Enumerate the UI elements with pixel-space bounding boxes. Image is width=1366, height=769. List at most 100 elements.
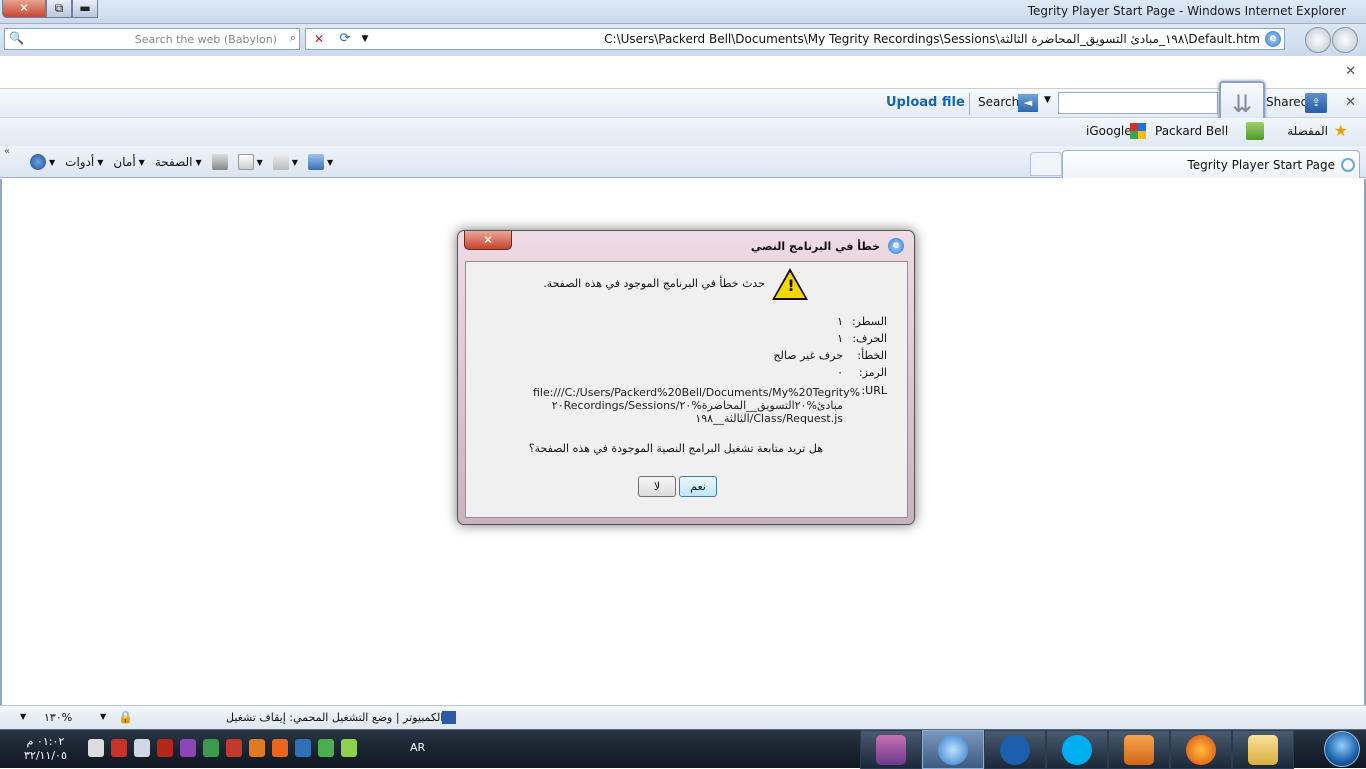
yes-button[interactable]: نعم [679, 476, 717, 497]
internet-explorer-icon [938, 734, 968, 765]
flash-icon[interactable] [157, 739, 173, 757]
tray-app-icon[interactable] [318, 739, 334, 757]
shared-icon[interactable]: ⇪ [1305, 93, 1327, 113]
tray-app-icon[interactable] [272, 739, 288, 757]
security-dropdown-icon[interactable]: ▼ [100, 712, 106, 721]
tab-tegrity[interactable]: Tegrity Player Start Page [1062, 150, 1360, 178]
new-tab-button[interactable] [1030, 152, 1062, 176]
field-url-value: file:///C:/Users/Packerd%20Bell/Document… [533, 386, 861, 425]
taskbar-skype[interactable] [1046, 730, 1108, 769]
zoom-level[interactable]: ١٣٠% [44, 711, 72, 724]
stop-icon[interactable]: ✕ [308, 31, 330, 47]
addon-toolbar: Upload file Search ◄ ▼ Shared ⇪ ✕ [0, 89, 1366, 118]
maximize-window-button[interactable]: ⧉ [46, 0, 72, 18]
network-icon[interactable] [134, 739, 150, 757]
taskbar-media-player[interactable] [1108, 730, 1170, 769]
tray-app-icon[interactable] [295, 739, 311, 757]
field-error-label: الخطأ: [857, 349, 887, 362]
tray-app-icon[interactable] [226, 739, 242, 757]
forward-button[interactable] [1305, 27, 1331, 53]
packard-bell-icon [1246, 122, 1264, 140]
refresh-icon[interactable]: ⟳ [334, 31, 356, 47]
media-player-icon [1124, 734, 1154, 765]
feeds-button[interactable]: ▼ [272, 154, 298, 170]
help-button[interactable]: ▼ [30, 154, 55, 170]
status-bar: ▼ ١٣٠% ▼ 🔒 الكمبيوتر | وضع التشغيل المحم… [0, 705, 1366, 729]
tab-row: « ▼ أدوات ▼ أمان ▼ الصفحة ▼ ▼ ▼ ▼ Tegrity P… [0, 146, 1366, 178]
tools-menu[interactable]: أدوات ▼ [65, 155, 103, 169]
field-char-label: الحرف: [852, 332, 887, 345]
dialog-body: ! حدث خطأ في البرنامج الموجود في هذه الص… [465, 261, 908, 518]
tray-app-icon[interactable] [180, 739, 196, 757]
print-icon [211, 154, 228, 170]
info-bar: ✕ [0, 56, 1366, 89]
toolbar-search-input[interactable] [1058, 92, 1218, 114]
volume-icon[interactable] [88, 739, 104, 757]
url-line: ٢٠Recordings/Sessions/مبادئ%٢٠التسويق__ا… [551, 399, 843, 412]
close-window-button[interactable]: ✕ [2, 0, 46, 18]
shared-label[interactable]: Shared [1266, 95, 1308, 109]
tools-label: أدوات [65, 155, 95, 169]
winrar-icon [876, 734, 906, 765]
command-bar: ▼ أدوات ▼ أمان ▼ الصفحة ▼ ▼ ▼ ▼ [30, 150, 333, 174]
window-controls: ✕ ⧉ ▬ [2, 0, 98, 18]
address-row: 🔍 Search the web (Babylon) ⌕ ✕ ⟳ ▼ C:\Us… [0, 24, 1366, 56]
babylon-search-input[interactable]: 🔍 Search the web (Babylon) ⌕ [4, 28, 300, 50]
favorites-button[interactable]: المفضلة [1287, 124, 1328, 138]
taskbar: ٠١:٠٢ م ٣٢/١١/٠٥ AR [0, 729, 1366, 769]
taskbar-firefox[interactable] [1170, 730, 1232, 769]
search-dropdown-icon[interactable]: ▼ [1044, 95, 1051, 105]
close-bar-icon[interactable]: ✕ [1345, 64, 1356, 79]
taskbar-apps [860, 730, 1294, 769]
window-titlebar: ✕ ⧉ ▬ Tegrity Player Start Page - Window… [0, 0, 1366, 24]
tab-label: Tegrity Player Start Page [1187, 158, 1335, 172]
mail-button[interactable]: ▼ [237, 154, 263, 170]
warning-exclamation: ! [787, 276, 795, 295]
field-code-value: ٠ [837, 366, 843, 379]
taskbar-winrar[interactable] [860, 730, 922, 769]
status-zone-text: الكمبيوتر | وضع التشغيل المحمي: إيقاف تش… [226, 711, 444, 724]
language-indicator[interactable]: AR [410, 741, 425, 754]
search-go-icon[interactable]: ⌕ [290, 31, 296, 45]
favorite-igoogle[interactable]: iGoogle [1086, 124, 1132, 138]
upload-file-button[interactable]: Upload file [882, 93, 970, 115]
tray-app-icon[interactable] [341, 739, 357, 757]
taskbar-explorer[interactable] [1232, 730, 1294, 769]
close-toolbar-icon[interactable]: ✕ [1345, 95, 1356, 110]
help-icon [30, 154, 46, 170]
search-arrow-icon[interactable]: ◄ [1018, 94, 1038, 112]
address-dropdown-icon[interactable]: ▼ [358, 31, 372, 47]
favorites-bar: iGoogle Packard Bell المفضلة ★ [0, 118, 1366, 146]
minimize-window-button[interactable]: ▬ [72, 0, 98, 18]
tegrity-icon [1000, 734, 1030, 765]
system-tray [88, 739, 357, 757]
home-icon [307, 154, 324, 170]
computer-zone-icon [442, 711, 456, 724]
taskbar-internet-explorer[interactable] [922, 730, 984, 769]
security-icon[interactable]: 🔒 [118, 710, 133, 724]
loading-icon [1341, 158, 1355, 172]
tray-app-icon[interactable] [203, 739, 219, 757]
home-button[interactable]: ▼ [307, 154, 333, 170]
mail-icon [237, 154, 254, 170]
clock-time: ٠١:٠٢ م [26, 735, 65, 748]
ie-page-icon: e [1265, 31, 1281, 47]
chevron-icon[interactable]: « [4, 146, 10, 157]
address-bar[interactable]: ✕ ⟳ ▼ C:\Users\Packerd Bell\Documents\My… [305, 28, 1285, 50]
url-line: file:///C:/Users/Packerd%20Bell/Document… [533, 386, 861, 399]
zoom-dropdown-icon[interactable]: ▼ [20, 712, 26, 721]
page-menu[interactable]: الصفحة ▼ [155, 155, 202, 169]
dialog-close-button[interactable]: ✕ [464, 231, 512, 250]
tray-app-icon[interactable] [249, 739, 265, 757]
favorite-packard-bell[interactable]: Packard Bell [1155, 124, 1228, 138]
power-icon[interactable] [111, 739, 127, 757]
print-button[interactable] [211, 154, 228, 170]
start-button[interactable] [1324, 731, 1360, 767]
back-button[interactable] [1332, 27, 1358, 53]
field-char-value: ١ [837, 332, 843, 345]
safety-menu[interactable]: أمان ▼ [113, 155, 144, 169]
search-label: Search [978, 95, 1020, 109]
no-button[interactable]: لا [638, 476, 676, 497]
clock[interactable]: ٠١:٠٢ م ٣٢/١١/٠٥ [24, 735, 67, 763]
taskbar-tegrity[interactable] [984, 730, 1046, 769]
